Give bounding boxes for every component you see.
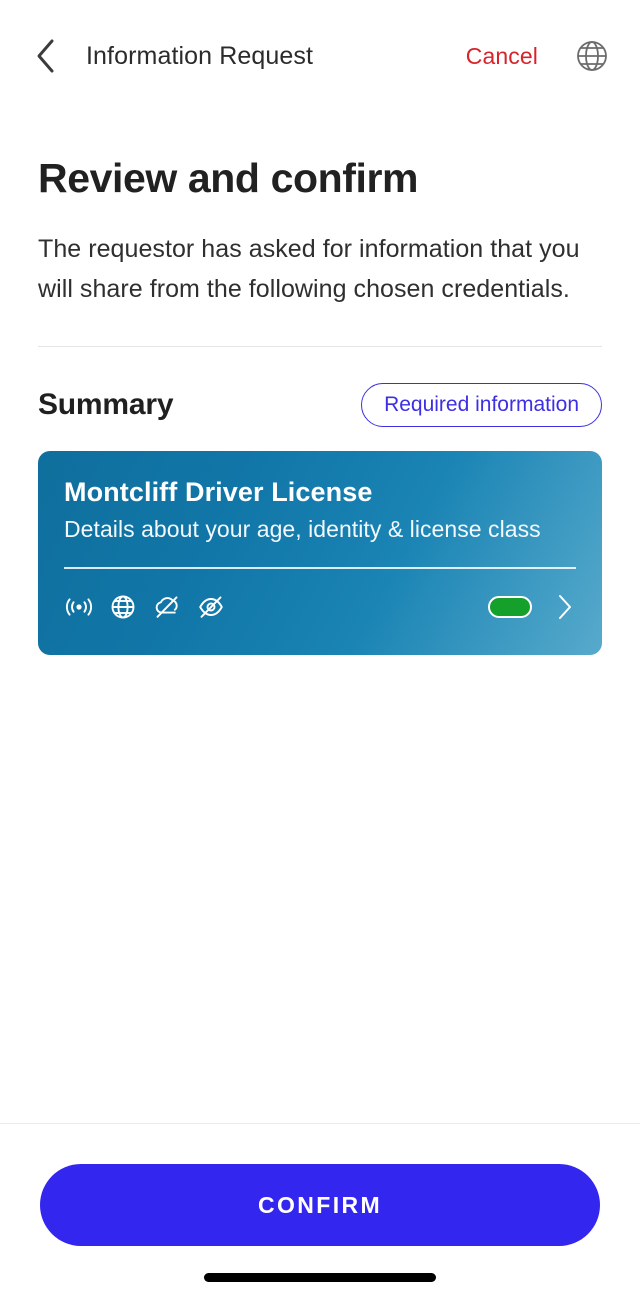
page-description: The requestor has asked for information … <box>38 235 580 303</box>
section-divider <box>38 346 602 348</box>
home-indicator-area <box>0 1246 640 1308</box>
credential-title: Montcliff Driver License <box>64 477 373 508</box>
chevron-left-icon <box>37 39 54 73</box>
summary-title: Summary <box>38 388 174 422</box>
back-button[interactable] <box>34 36 74 76</box>
language-globe-button[interactable] <box>570 34 614 78</box>
page-title: Review and confirm <box>38 155 419 201</box>
home-indicator <box>204 1272 436 1282</box>
summary-header-row: Summary Required information <box>38 383 602 428</box>
credential-detail-button[interactable] <box>554 592 576 622</box>
confirm-button[interactable]: CONFIRM <box>40 1164 600 1246</box>
information-request-screen: Information Request Cancel Review and co… <box>0 0 640 1308</box>
cloud-off-icon <box>155 596 178 618</box>
credential-subtitle: Details about your age, identity & licen… <box>64 516 541 543</box>
chevron-right-icon <box>559 594 571 619</box>
footer: CONFIRM <box>0 1123 640 1246</box>
nfc-broadcast-icon <box>65 598 93 616</box>
cancel-button[interactable]: Cancel <box>466 43 538 70</box>
nav-title: Information Request <box>86 41 314 70</box>
credential-card-separator <box>64 567 576 569</box>
globe-icon <box>111 595 135 619</box>
credential-card[interactable]: Montcliff Driver License Details about y… <box>38 451 602 656</box>
status-badge[interactable] <box>488 595 532 618</box>
globe-icon <box>577 41 607 71</box>
navbar: Information Request Cancel <box>0 0 640 112</box>
eye-off-icon <box>199 596 223 618</box>
required-information-badge[interactable]: Required information <box>361 383 602 428</box>
credential-card-footer <box>64 592 576 622</box>
credential-attribute-icons <box>64 592 226 622</box>
main-content: Review and confirm The requestor has ask… <box>0 112 640 1123</box>
